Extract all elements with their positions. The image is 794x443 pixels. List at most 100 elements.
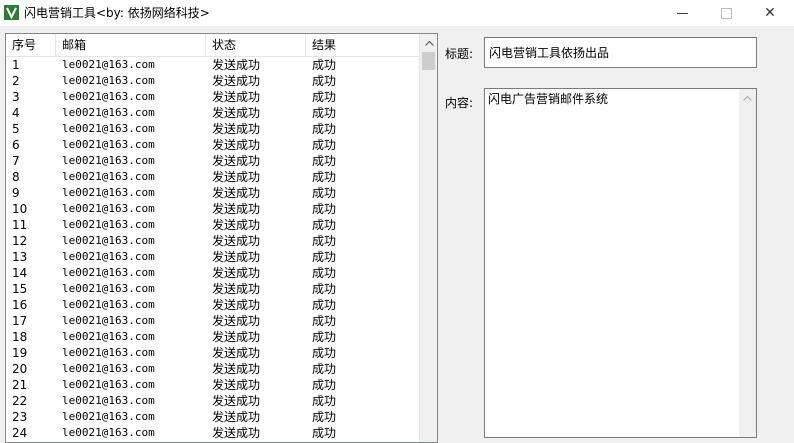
- list-row[interactable]: 5 le0021@163.com 发送成功 成功: [6, 121, 419, 137]
- row-result: 成功: [312, 234, 337, 248]
- list-row[interactable]: 21 le0021@163.com 发送成功 成功: [6, 377, 419, 393]
- list-row[interactable]: 23 le0021@163.com 发送成功 成功: [6, 409, 419, 425]
- row-status: 发送成功: [212, 106, 261, 120]
- row-email: le0021@163.com: [62, 362, 155, 375]
- list-row[interactable]: 13 le0021@163.com 发送成功 成功: [6, 249, 419, 265]
- row-status: 发送成功: [212, 186, 261, 200]
- row-email: le0021@163.com: [62, 58, 155, 71]
- content-vertical-scrollbar[interactable]: [739, 89, 756, 437]
- row-index: 2: [12, 74, 20, 88]
- row-result: 成功: [312, 122, 337, 136]
- row-result: 成功: [312, 426, 337, 440]
- send-result-list[interactable]: 序号 邮箱 状态 结果 1 le0021@163.com 发送成功 成功 2 le0021…: [5, 33, 438, 443]
- row-index: 14: [12, 266, 28, 280]
- close-button[interactable]: ✕: [748, 0, 792, 26]
- row-status: 发送成功: [212, 346, 261, 360]
- list-row[interactable]: 18 le0021@163.com 发送成功 成功: [6, 329, 419, 345]
- row-email: le0021@163.com: [62, 394, 155, 407]
- list-row[interactable]: 15 le0021@163.com 发送成功 成功: [6, 281, 419, 297]
- row-result: 成功: [312, 186, 337, 200]
- row-index: 6: [12, 138, 20, 152]
- row-index: 3: [12, 90, 20, 104]
- list-row[interactable]: 11 le0021@163.com 发送成功 成功: [6, 217, 419, 233]
- row-email: le0021@163.com: [62, 170, 155, 183]
- row-index: 10: [12, 202, 28, 216]
- row-index: 12: [12, 234, 28, 248]
- scroll-up-button[interactable]: [420, 34, 437, 51]
- close-icon: ✕: [764, 5, 776, 21]
- content-textarea[interactable]: 闪电广告营销邮件系统: [484, 88, 757, 438]
- row-status: 发送成功: [212, 234, 261, 248]
- maximize-button[interactable]: [704, 0, 748, 26]
- list-row[interactable]: 10 le0021@163.com 发送成功 成功: [6, 201, 419, 217]
- row-email: le0021@163.com: [62, 234, 155, 247]
- list-row[interactable]: 7 le0021@163.com 发送成功 成功: [6, 153, 419, 169]
- list-row[interactable]: 16 le0021@163.com 发送成功 成功: [6, 297, 419, 313]
- row-status: 发送成功: [212, 154, 261, 168]
- subject-input[interactable]: 闪电营销工具依扬出品: [484, 37, 757, 68]
- list-row[interactable]: 8 le0021@163.com 发送成功 成功: [6, 169, 419, 185]
- list-row[interactable]: 3 le0021@163.com 发送成功 成功: [6, 89, 419, 105]
- list-row[interactable]: 12 le0021@163.com 发送成功 成功: [6, 233, 419, 249]
- row-result: 成功: [312, 170, 337, 184]
- row-status: 发送成功: [212, 170, 261, 184]
- row-index: 1: [12, 58, 20, 72]
- row-email: le0021@163.com: [62, 314, 155, 327]
- row-email: le0021@163.com: [62, 106, 155, 119]
- list-row[interactable]: 17 le0021@163.com 发送成功 成功: [6, 313, 419, 329]
- minimize-button[interactable]: [660, 0, 704, 26]
- content-text: 闪电广告营销邮件系统: [488, 92, 609, 106]
- row-email: le0021@163.com: [62, 90, 155, 103]
- list-row[interactable]: 24 le0021@163.com 发送成功 成功: [6, 425, 419, 441]
- row-status: 发送成功: [212, 314, 261, 328]
- row-status: 发送成功: [212, 218, 261, 232]
- row-index: 19: [12, 346, 28, 360]
- row-result: 成功: [312, 282, 337, 296]
- list-header: 序号 邮箱 状态 结果: [6, 34, 419, 57]
- list-row[interactable]: 4 le0021@163.com 发送成功 成功: [6, 105, 419, 121]
- row-email: le0021@163.com: [62, 298, 155, 311]
- list-row[interactable]: 9 le0021@163.com 发送成功 成功: [6, 185, 419, 201]
- row-result: 成功: [312, 250, 337, 264]
- row-result: 成功: [312, 394, 337, 408]
- row-result: 成功: [312, 314, 337, 328]
- row-result: 成功: [312, 74, 337, 88]
- row-result: 成功: [312, 218, 337, 232]
- row-result: 成功: [312, 266, 337, 280]
- row-index: 5: [12, 122, 20, 136]
- row-status: 发送成功: [212, 266, 261, 280]
- row-email: le0021@163.com: [62, 426, 155, 439]
- list-vertical-scrollbar[interactable]: [419, 34, 437, 442]
- row-status: 发送成功: [212, 138, 261, 152]
- row-email: le0021@163.com: [62, 74, 155, 87]
- row-email: le0021@163.com: [62, 330, 155, 343]
- list-row[interactable]: 19 le0021@163.com 发送成功 成功: [6, 345, 419, 361]
- row-status: 发送成功: [212, 410, 261, 424]
- row-status: 发送成功: [212, 394, 261, 408]
- row-status: 发送成功: [212, 202, 261, 216]
- scroll-thumb[interactable]: [422, 52, 435, 70]
- row-email: le0021@163.com: [62, 346, 155, 359]
- row-email: le0021@163.com: [62, 266, 155, 279]
- row-status: 发送成功: [212, 250, 261, 264]
- content-scroll-up-button[interactable]: [739, 89, 756, 106]
- column-header-status[interactable]: 状态: [206, 34, 306, 56]
- row-index: 15: [12, 282, 28, 296]
- subject-label: 标题:: [445, 47, 474, 61]
- list-row[interactable]: 22 le0021@163.com 发送成功 成功: [6, 393, 419, 409]
- row-status: 发送成功: [212, 74, 261, 88]
- row-index: 16: [12, 298, 28, 312]
- list-row[interactable]: 14 le0021@163.com 发送成功 成功: [6, 265, 419, 281]
- column-header-email[interactable]: 邮箱: [56, 34, 206, 56]
- row-status: 发送成功: [212, 378, 261, 392]
- row-index: 20: [12, 362, 28, 376]
- column-header-result[interactable]: 结果: [306, 34, 419, 56]
- row-index: 9: [12, 186, 20, 200]
- list-row[interactable]: 20 le0021@163.com 发送成功 成功: [6, 361, 419, 377]
- column-header-index[interactable]: 序号: [6, 34, 56, 56]
- row-index: 7: [12, 154, 20, 168]
- list-row[interactable]: 1 le0021@163.com 发送成功 成功: [6, 57, 419, 73]
- list-row[interactable]: 2 le0021@163.com 发送成功 成功: [6, 73, 419, 89]
- row-email: le0021@163.com: [62, 122, 155, 135]
- list-row[interactable]: 6 le0021@163.com 发送成功 成功: [6, 137, 419, 153]
